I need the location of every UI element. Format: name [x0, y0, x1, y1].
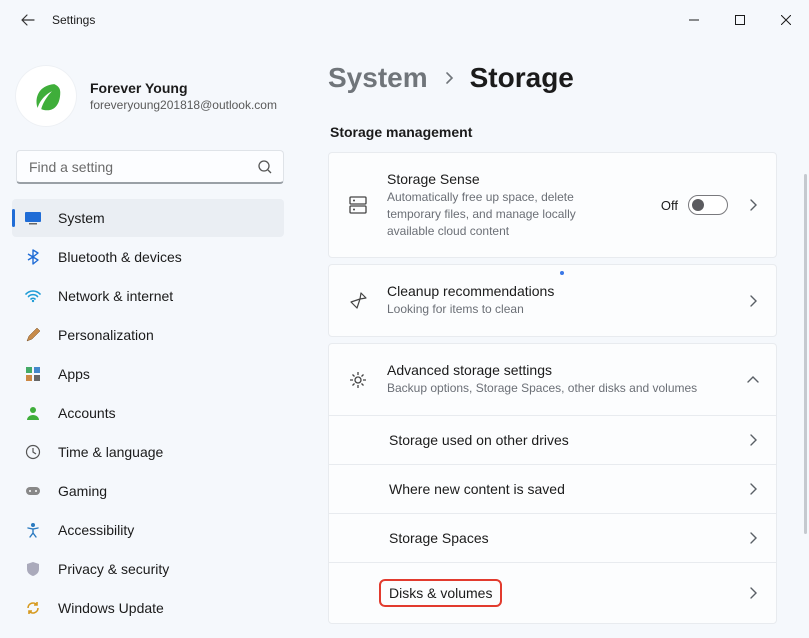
maximize-button[interactable]	[717, 4, 763, 36]
search-box[interactable]	[16, 150, 284, 184]
nav-item-apps[interactable]: Apps	[12, 355, 284, 393]
nav-label: Bluetooth & devices	[58, 249, 182, 265]
chevron-right-icon	[746, 482, 760, 496]
subitem-label: Storage Spaces	[389, 530, 728, 546]
nav-label: Windows Update	[58, 600, 164, 616]
profile-name: Forever Young	[90, 80, 277, 96]
nav-label: System	[58, 210, 105, 226]
gaming-icon	[24, 482, 42, 500]
cleanup-title: Cleanup recommendations	[387, 283, 554, 299]
minimize-icon	[689, 15, 699, 25]
profile-email: foreveryoung201818@outlook.com	[90, 98, 277, 112]
chevron-right-icon	[746, 294, 760, 308]
nav-label: Network & internet	[58, 288, 173, 304]
nav-item-accessibility[interactable]: Accessibility	[12, 511, 284, 549]
advanced-subtitle: Backup options, Storage Spaces, other di…	[387, 380, 728, 397]
subitem-label: Where new content is saved	[389, 481, 728, 497]
nav-label: Apps	[58, 366, 90, 382]
advanced-card: Advanced storage settings Backup options…	[328, 343, 777, 624]
advanced-header-row[interactable]: Advanced storage settings Backup options…	[329, 344, 776, 415]
nav-label: Gaming	[58, 483, 107, 499]
display-icon	[24, 209, 42, 227]
sub-storage-spaces[interactable]: Storage Spaces	[329, 513, 776, 562]
chevron-up-icon	[746, 373, 760, 387]
nav-item-personalization[interactable]: Personalization	[12, 316, 284, 354]
chevron-right-icon	[442, 71, 456, 85]
toggle-state-label: Off	[661, 198, 678, 213]
nav-item-accounts[interactable]: Accounts	[12, 394, 284, 432]
shield-icon	[24, 560, 42, 578]
title-bar: Settings	[0, 0, 809, 40]
wifi-icon	[24, 287, 42, 305]
nav-pane: Forever Young foreveryoung201818@outlook…	[0, 40, 300, 638]
person-icon	[24, 404, 42, 422]
minimize-button[interactable]	[671, 4, 717, 36]
gear-icon	[347, 369, 369, 391]
close-button[interactable]	[763, 4, 809, 36]
nav-item-system[interactable]: System	[12, 199, 284, 237]
maximize-icon	[735, 15, 745, 25]
cleanup-card: Cleanup recommendations Looking for item…	[328, 264, 777, 337]
clock-globe-icon	[24, 443, 42, 461]
advanced-subitems: Storage used on other drives Where new c…	[329, 415, 776, 623]
nav-item-network[interactable]: Network & internet	[12, 277, 284, 315]
back-arrow-icon	[20, 12, 36, 28]
main-content: System Storage Storage management Storag…	[300, 40, 809, 638]
window-title: Settings	[52, 13, 95, 27]
attention-dot-icon	[560, 271, 564, 275]
bluetooth-icon	[24, 248, 42, 266]
scrollbar-thumb[interactable]	[804, 174, 807, 534]
profile-block[interactable]: Forever Young foreveryoung201818@outlook…	[8, 48, 292, 150]
storage-sense-subtitle: Automatically free up space, delete temp…	[387, 189, 577, 239]
close-icon	[781, 15, 791, 25]
leaf-icon	[27, 77, 65, 115]
storage-sense-icon	[347, 194, 369, 216]
broom-icon	[347, 290, 369, 312]
storage-sense-card: Storage Sense Automatically free up spac…	[328, 152, 777, 258]
breadcrumb-root[interactable]: System	[328, 62, 428, 94]
search-icon	[257, 159, 273, 175]
accessibility-icon	[24, 521, 42, 539]
chevron-right-icon	[746, 433, 760, 447]
section-title: Storage management	[330, 124, 777, 140]
sub-storage-other-drives[interactable]: Storage used on other drives	[329, 415, 776, 464]
storage-sense-toggle[interactable]	[688, 195, 728, 215]
nav-item-gaming[interactable]: Gaming	[12, 472, 284, 510]
apps-icon	[24, 365, 42, 383]
storage-sense-title: Storage Sense	[387, 171, 643, 187]
avatar	[16, 66, 76, 126]
sub-disks-volumes[interactable]: Disks & volumes	[329, 562, 776, 623]
nav-list: System Bluetooth & devices Network & int…	[8, 198, 292, 630]
subitem-label: Disks & volumes	[389, 579, 728, 607]
update-icon	[24, 599, 42, 617]
advanced-title: Advanced storage settings	[387, 362, 728, 378]
nav-item-windows-update[interactable]: Windows Update	[12, 589, 284, 627]
search-input[interactable]	[27, 158, 257, 176]
chevron-right-icon	[746, 198, 760, 212]
chevron-right-icon	[746, 586, 760, 600]
nav-label: Accounts	[58, 405, 116, 421]
nav-label: Personalization	[58, 327, 154, 343]
back-button[interactable]	[12, 4, 44, 36]
brush-icon	[24, 326, 42, 344]
nav-label: Time & language	[58, 444, 163, 460]
cleanup-subtitle: Looking for items to clean	[387, 301, 728, 318]
breadcrumb: System Storage	[328, 62, 777, 94]
highlighted-label: Disks & volumes	[379, 579, 502, 607]
breadcrumb-current: Storage	[470, 62, 574, 94]
nav-item-privacy[interactable]: Privacy & security	[12, 550, 284, 588]
nav-label: Privacy & security	[58, 561, 169, 577]
subitem-label: Storage used on other drives	[389, 432, 728, 448]
nav-item-bluetooth[interactable]: Bluetooth & devices	[12, 238, 284, 276]
cleanup-row[interactable]: Cleanup recommendations Looking for item…	[329, 265, 776, 336]
nav-label: Accessibility	[58, 522, 134, 538]
nav-item-time-language[interactable]: Time & language	[12, 433, 284, 471]
chevron-right-icon	[746, 531, 760, 545]
storage-sense-row[interactable]: Storage Sense Automatically free up spac…	[329, 153, 776, 257]
sub-where-new-content[interactable]: Where new content is saved	[329, 464, 776, 513]
